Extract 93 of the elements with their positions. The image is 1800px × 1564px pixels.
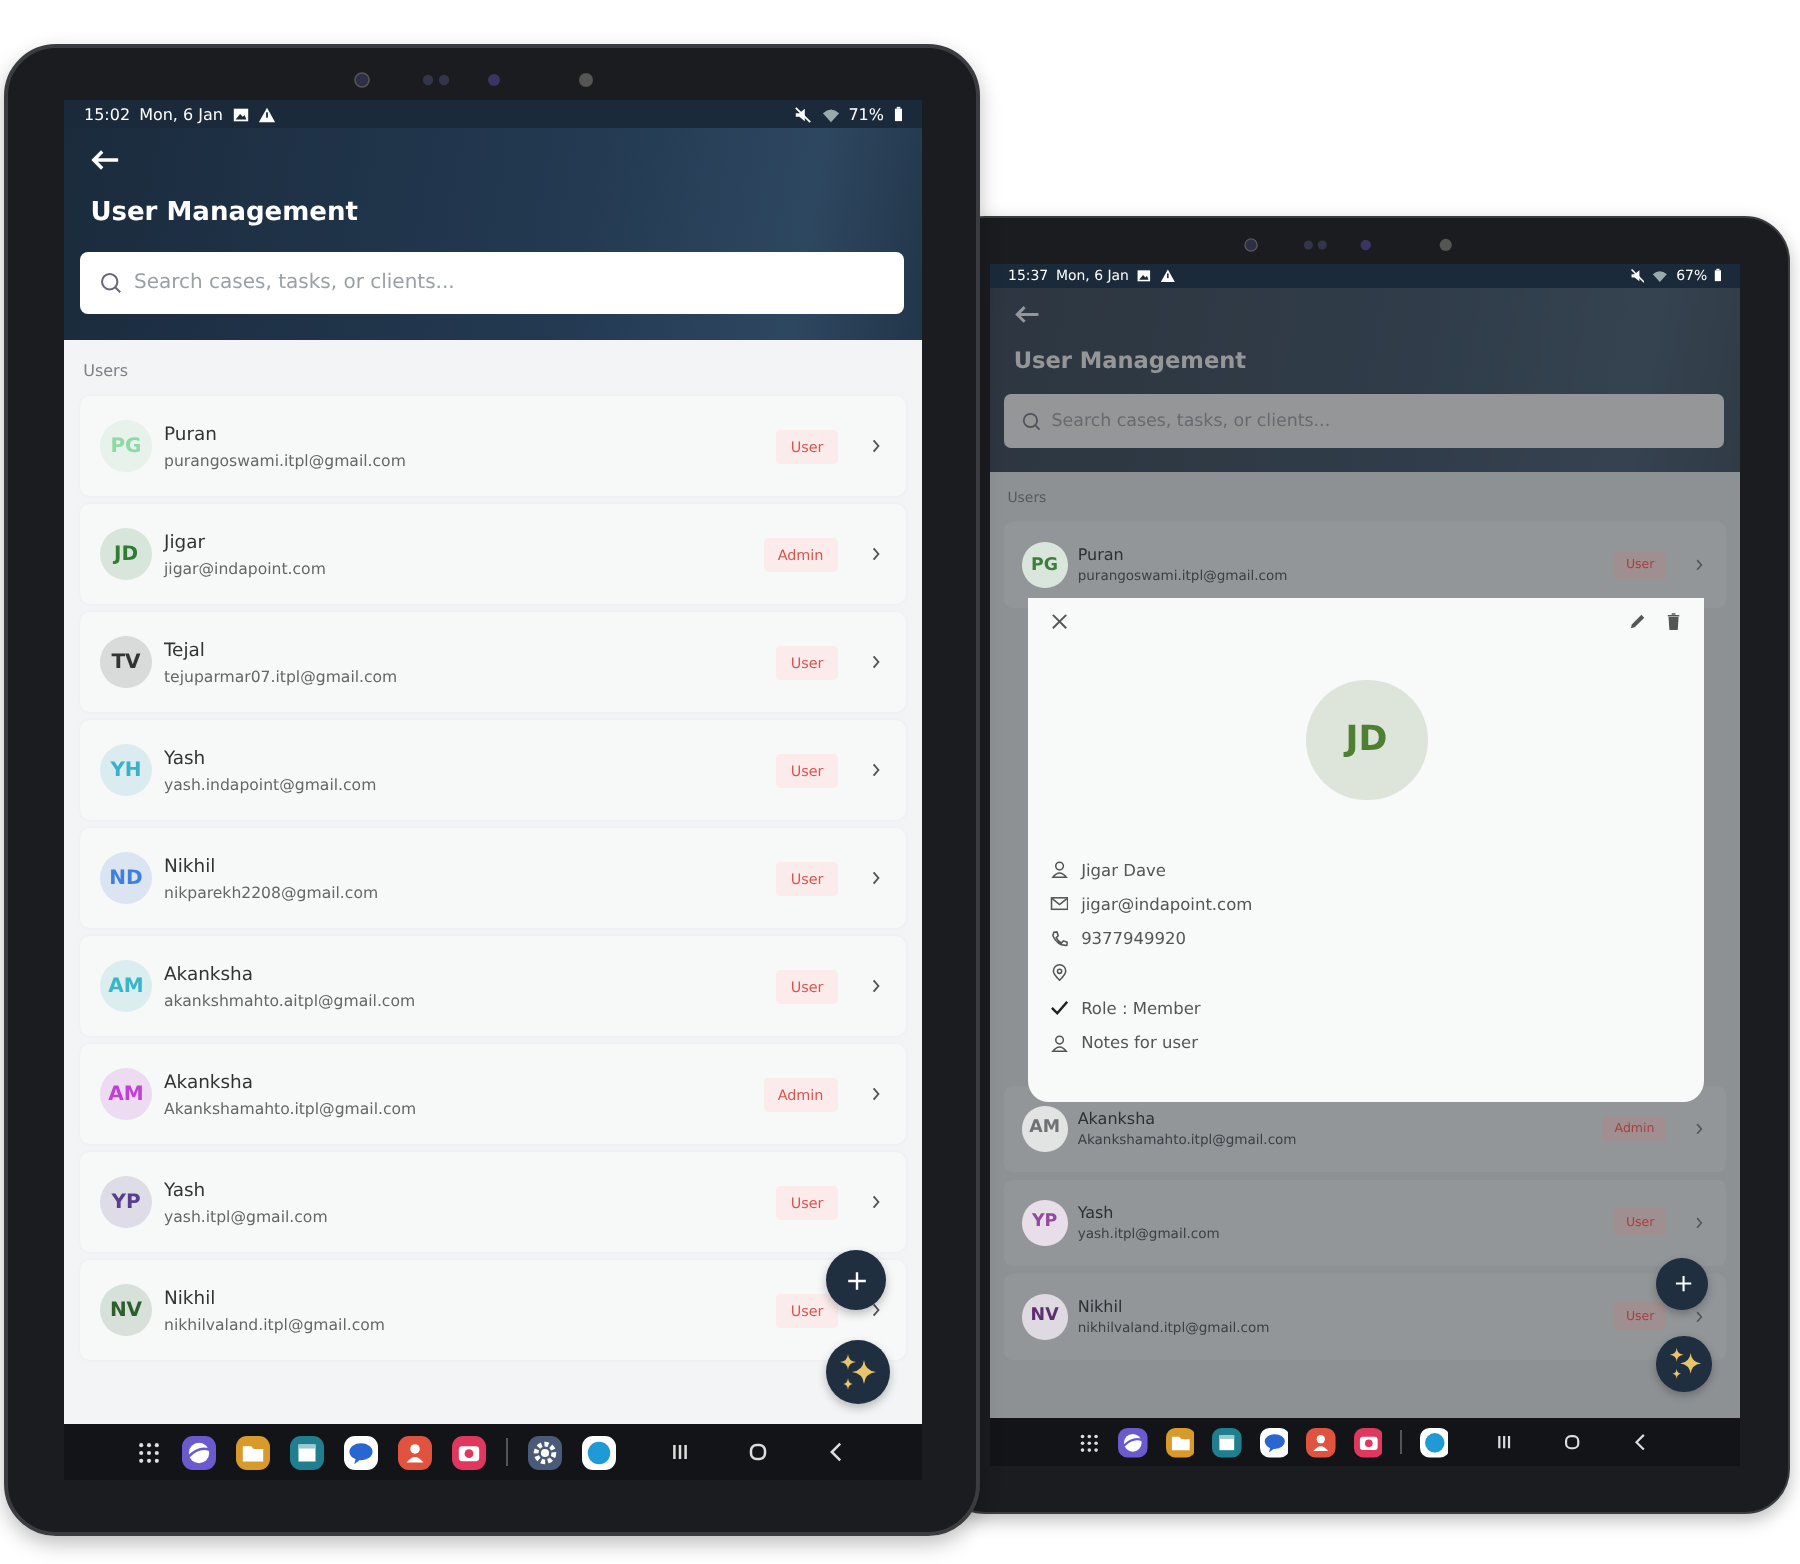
avatar-initials: NV xyxy=(1022,1294,1068,1340)
plus-icon xyxy=(845,1269,867,1291)
chevron-right-icon xyxy=(870,870,882,887)
detail-text: 9377949920 xyxy=(1081,928,1187,949)
user-name: Nikhil xyxy=(164,1288,218,1311)
browser-app-icon[interactable] xyxy=(1118,1427,1148,1458)
plus-icon xyxy=(1673,1274,1693,1294)
browser-app-icon[interactable] xyxy=(182,1435,216,1469)
app-grid-icon[interactable] xyxy=(1078,1431,1102,1454)
wifi-icon xyxy=(821,105,840,123)
user-name: Nikhil xyxy=(1077,1297,1125,1316)
user-name: Puran xyxy=(164,424,219,447)
user-name: Tejal xyxy=(164,640,207,663)
back-arrow-icon[interactable] xyxy=(90,148,120,172)
calendar-app-icon[interactable] xyxy=(1212,1427,1242,1458)
detail-text: Notes for user xyxy=(1081,1032,1198,1053)
close-icon[interactable] xyxy=(1049,611,1069,631)
chevron-right-icon xyxy=(870,1302,882,1319)
avatar-initials: AM xyxy=(1022,1106,1068,1152)
delete-icon[interactable] xyxy=(1664,611,1684,631)
avatar-initials: NV xyxy=(100,1284,152,1337)
detail-text: Jigar Dave xyxy=(1081,859,1166,880)
page-title: User Management xyxy=(90,198,360,228)
battery-icon xyxy=(1714,268,1723,283)
avatar-initials: PG xyxy=(1022,542,1068,588)
wifi-icon xyxy=(1652,267,1669,284)
avatar-initials: YH xyxy=(100,744,152,797)
battery-icon xyxy=(893,106,902,122)
sparkles-icon xyxy=(1667,1346,1702,1382)
warning-icon xyxy=(258,105,277,123)
camera-app-icon[interactable] xyxy=(1353,1427,1383,1458)
calendar-app-icon[interactable] xyxy=(290,1435,324,1469)
chevron-right-icon xyxy=(1694,1215,1706,1230)
section-label: Users xyxy=(83,361,130,380)
search-field[interactable]: Search cases, tasks, or clients... xyxy=(80,251,904,314)
user-name: Akanksha xyxy=(1077,1109,1158,1128)
person-icon xyxy=(1049,859,1069,879)
chat-app-icon[interactable] xyxy=(1259,1427,1289,1458)
person-icon xyxy=(1049,1033,1069,1053)
user-name: Nikhil xyxy=(164,856,218,879)
avatar-initials: YP xyxy=(1022,1200,1068,1246)
home-icon[interactable] xyxy=(744,1438,772,1466)
detail-text: Role : Member xyxy=(1081,998,1201,1019)
chevron-right-icon xyxy=(870,1086,882,1103)
folder-app-icon[interactable] xyxy=(1165,1427,1195,1458)
user-name: Yash xyxy=(1077,1203,1116,1222)
folder-app-icon[interactable] xyxy=(236,1435,270,1469)
contacts-app-icon[interactable] xyxy=(1306,1427,1336,1458)
battery-percent: 71% xyxy=(848,105,884,123)
mail-icon xyxy=(1049,894,1069,914)
home-icon[interactable] xyxy=(1560,1430,1585,1455)
avatar-initials: PG xyxy=(100,420,152,473)
chevron-right-icon xyxy=(870,438,882,455)
location-pin-icon xyxy=(1049,963,1069,983)
check-icon xyxy=(1049,998,1069,1018)
mute-icon xyxy=(794,105,813,123)
avatar-initials: AM xyxy=(100,960,152,1013)
status-date: Mon, 6 Jan xyxy=(139,105,223,123)
avatar-initials: YP xyxy=(100,1176,152,1229)
app-grid-icon[interactable] xyxy=(136,1439,162,1465)
phone-icon xyxy=(1049,929,1069,949)
mute-icon xyxy=(1629,267,1645,284)
status-time: 15:02 xyxy=(84,105,131,123)
detail-text: jigar@indapoint.com xyxy=(1081,893,1253,914)
user-name: Yash xyxy=(164,1180,208,1203)
chat-app-icon[interactable] xyxy=(344,1435,378,1469)
image-icon xyxy=(231,105,250,123)
camera-app-icon[interactable] xyxy=(452,1435,486,1469)
user-name: Akanksha xyxy=(164,1072,255,1095)
chevron-right-icon xyxy=(870,546,882,563)
chevron-right-icon xyxy=(1694,558,1706,573)
search-icon xyxy=(1022,412,1042,432)
avatar-initials: JD xyxy=(1305,679,1428,801)
user-name: Akanksha xyxy=(164,964,255,987)
ai-assistant-button[interactable] xyxy=(826,1340,890,1404)
search-icon xyxy=(100,271,122,294)
avatar-initials: AM xyxy=(100,1068,152,1121)
chevron-right-icon xyxy=(1694,1121,1706,1136)
settings-app-icon[interactable] xyxy=(528,1435,562,1469)
chevron-right-icon xyxy=(870,762,882,779)
user-name: Puran xyxy=(1077,546,1126,564)
avatar-initials: ND xyxy=(100,852,152,905)
chevron-right-icon xyxy=(1694,1309,1706,1324)
chevron-right-icon xyxy=(870,654,882,671)
contacts-app-icon[interactable] xyxy=(398,1435,432,1469)
avatar-initials: TV xyxy=(100,636,152,689)
chevron-right-icon xyxy=(870,978,882,995)
chevron-right-icon xyxy=(870,1194,882,1211)
user-name: Jigar xyxy=(164,532,208,555)
page-title: User Management xyxy=(1013,348,1249,375)
user-name: Yash xyxy=(164,748,208,771)
avatar-initials: JD xyxy=(100,528,152,581)
sparkles-icon xyxy=(838,1352,878,1392)
